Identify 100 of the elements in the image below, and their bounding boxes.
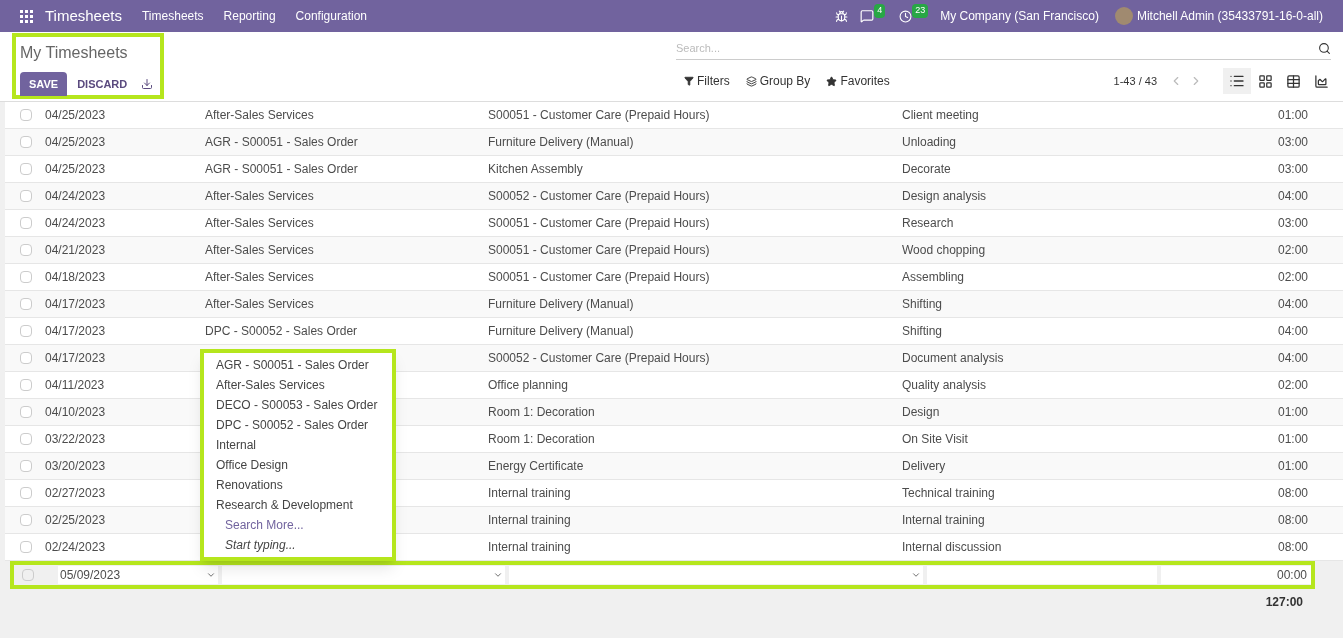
project-cell: After-Sales Services bbox=[205, 297, 314, 311]
row-checkbox[interactable] bbox=[20, 352, 32, 364]
menu-item[interactable]: Configuration bbox=[295, 7, 367, 25]
row-checkbox[interactable] bbox=[20, 379, 32, 391]
description-cell-text: Assembling bbox=[902, 269, 966, 286]
project-cell: After-Sales Services bbox=[205, 189, 314, 203]
user-name[interactable]: Mitchell Admin (35433791-16-0-all) bbox=[1136, 7, 1323, 25]
task-cell-text: S00051 - Customer Care (Prepaid Hours) bbox=[488, 269, 711, 286]
filters-button[interactable]: Filters bbox=[684, 72, 730, 90]
dropdown-option[interactable]: DECO - S00053 - Sales Order bbox=[204, 395, 392, 415]
row-checkbox[interactable] bbox=[20, 163, 32, 175]
dropdown-option[interactable]: Office Design bbox=[204, 455, 392, 475]
row-checkbox[interactable] bbox=[20, 190, 32, 202]
date-cell-text: 04/25/2023 bbox=[45, 134, 107, 151]
description-cell-text: Quality analysis bbox=[902, 377, 988, 394]
date-field[interactable]: 05/09/2023 bbox=[58, 566, 218, 584]
project-cell: After-Sales Services bbox=[205, 270, 314, 284]
task-cell-text: S00051 - Customer Care (Prepaid Hours) bbox=[488, 215, 711, 232]
project-cell: DPC - S00052 - Sales Order bbox=[205, 324, 358, 338]
row-checkbox[interactable] bbox=[20, 514, 32, 526]
dropdown-option[interactable]: Renovations bbox=[204, 475, 392, 495]
project-cell: After-Sales Services bbox=[205, 243, 314, 257]
hours-field[interactable]: 00:00 bbox=[1161, 566, 1311, 584]
task-cell-text: Energy Certificate bbox=[488, 458, 585, 475]
date-cell-text: 04/17/2023 bbox=[45, 323, 107, 340]
row-checkbox[interactable] bbox=[20, 217, 32, 229]
hours-cell-text: 02:00 bbox=[1276, 269, 1309, 286]
dropdown-option[interactable]: Internal bbox=[204, 435, 392, 455]
date-cell-text: 02/27/2023 bbox=[45, 485, 107, 502]
group-by-button[interactable]: Group By bbox=[745, 72, 811, 90]
hours-cell-text: 03:00 bbox=[1276, 215, 1309, 232]
discard-button[interactable]: DISCARD bbox=[69, 72, 136, 96]
app-title[interactable]: Timesheets bbox=[45, 4, 122, 28]
row-checkbox[interactable] bbox=[20, 298, 32, 310]
kanban-view-icon bbox=[1257, 73, 1273, 89]
typing-hint: Start typing... bbox=[224, 537, 297, 554]
hours-cell-text: 08:00 bbox=[1276, 485, 1309, 502]
dropdown-option[interactable]: After-Sales Services bbox=[204, 375, 392, 395]
chat-icon[interactable] bbox=[860, 9, 875, 23]
description-field[interactable] bbox=[927, 566, 1157, 584]
row-checkbox[interactable] bbox=[20, 541, 32, 553]
description-cell-text: Design analysis bbox=[902, 188, 988, 205]
search-icon[interactable] bbox=[1318, 42, 1331, 55]
avatar bbox=[1114, 7, 1133, 25]
row-checkbox[interactable] bbox=[20, 244, 32, 256]
date-cell-text: 04/25/2023 bbox=[45, 161, 107, 178]
row-checkbox[interactable] bbox=[20, 271, 32, 283]
pager-value: 1-43 / 43 bbox=[1113, 73, 1157, 89]
task-cell-text: Room 1: Decoration bbox=[488, 431, 596, 448]
dropdown-option[interactable]: Research & Development bbox=[204, 495, 392, 515]
total-hours: 127:00 bbox=[1265, 594, 1303, 611]
message-count-badge: 4 bbox=[874, 4, 886, 18]
project-field[interactable] bbox=[222, 566, 505, 584]
date-cell-text: 04/25/2023 bbox=[45, 107, 107, 124]
row-checkbox[interactable] bbox=[22, 569, 34, 581]
hours-cell-text: 03:00 bbox=[1276, 134, 1309, 151]
hours-cell-text: 03:00 bbox=[1276, 161, 1309, 178]
task-field[interactable] bbox=[509, 566, 923, 584]
project-cell: After-Sales Services bbox=[205, 108, 314, 122]
row-checkbox[interactable] bbox=[20, 109, 32, 121]
task-cell-text: Internal training bbox=[488, 539, 572, 556]
description-cell-text: On Site Visit bbox=[902, 431, 969, 448]
task-cell-text: S00051 - Customer Care (Prepaid Hours) bbox=[488, 107, 711, 124]
caret-icon bbox=[206, 570, 216, 580]
date-cell-text: 04/18/2023 bbox=[45, 269, 107, 286]
menu-item[interactable]: Reporting bbox=[223, 7, 276, 25]
description-cell-text: Unloading bbox=[902, 134, 958, 151]
date-cell-text: 03/22/2023 bbox=[45, 431, 107, 448]
company-name[interactable]: My Company (San Francisco) bbox=[940, 7, 1099, 25]
date-cell-text: 04/17/2023 bbox=[45, 296, 107, 313]
row-checkbox[interactable] bbox=[20, 325, 32, 337]
description-cell-text: Research bbox=[902, 215, 955, 232]
date-cell-text: 04/11/2023 bbox=[45, 377, 106, 394]
description-cell-text: Technical training bbox=[902, 485, 996, 502]
clock-icon[interactable] bbox=[899, 9, 913, 23]
description-cell-text: Internal discussion bbox=[902, 539, 1003, 556]
view-switch-button[interactable] bbox=[1223, 68, 1251, 94]
download-icon[interactable] bbox=[141, 78, 154, 90]
save-button[interactable]: SAVE bbox=[20, 72, 68, 96]
hours-cell-text: 04:00 bbox=[1276, 323, 1309, 340]
row-checkbox[interactable] bbox=[20, 460, 32, 472]
row-checkbox[interactable] bbox=[20, 136, 32, 148]
description-cell-text: Internal training bbox=[902, 512, 986, 529]
dropdown-option[interactable]: AGR - S00051 - Sales Order bbox=[204, 355, 392, 375]
description-cell-text: Shifting bbox=[902, 296, 944, 313]
row-checkbox[interactable] bbox=[20, 406, 32, 418]
hours-cell-text: 01:00 bbox=[1276, 404, 1309, 421]
description-cell-text: Wood chopping bbox=[902, 242, 987, 259]
search-more-link[interactable]: Search More... bbox=[204, 515, 392, 535]
menu-item[interactable]: Timesheets bbox=[142, 7, 204, 25]
hours-cell-text: 01:00 bbox=[1276, 431, 1309, 448]
debug-icon[interactable] bbox=[835, 9, 849, 23]
row-checkbox[interactable] bbox=[20, 487, 32, 499]
dropdown-option[interactable]: DPC - S00052 - Sales Order bbox=[204, 415, 392, 435]
caret-icon bbox=[911, 570, 921, 580]
date-cell-text: 04/21/2023 bbox=[45, 242, 107, 259]
row-checkbox[interactable] bbox=[20, 433, 32, 445]
apps-menu-icon[interactable] bbox=[20, 9, 33, 23]
favorites-button[interactable]: Favorites bbox=[826, 72, 890, 90]
search-field[interactable]: Search... bbox=[676, 40, 1318, 57]
